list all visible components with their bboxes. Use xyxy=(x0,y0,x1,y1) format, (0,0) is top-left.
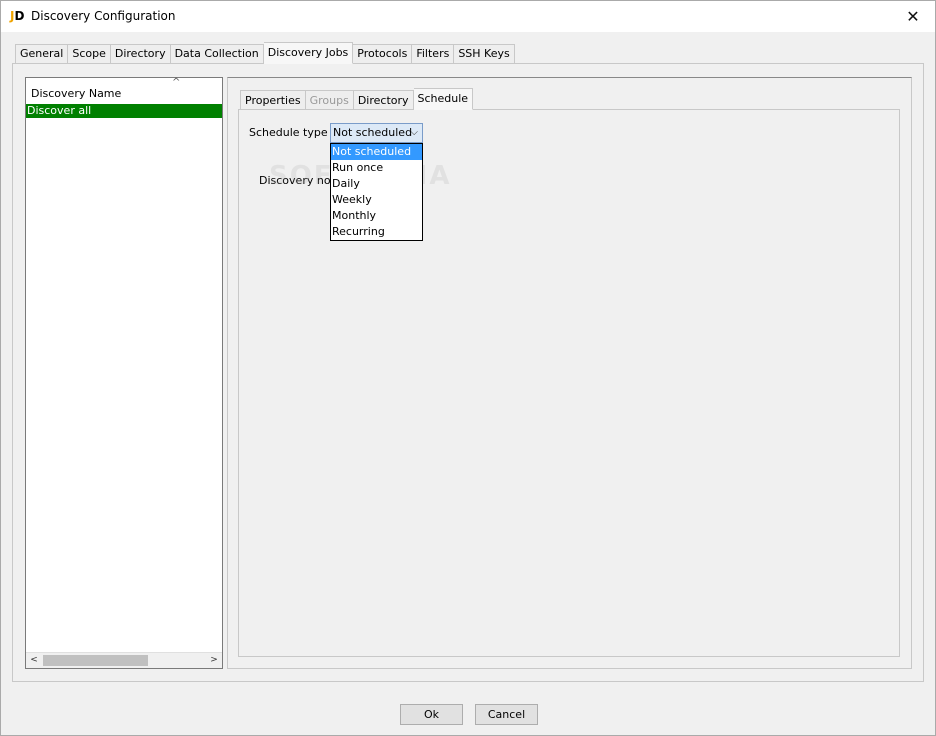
option-recurring[interactable]: Recurring xyxy=(331,224,422,240)
schedule-type-value: Not scheduled xyxy=(333,126,413,139)
horizontal-scrollbar[interactable]: < > xyxy=(26,652,222,668)
tab-sub-directory[interactable]: Directory xyxy=(353,90,414,110)
option-not-scheduled[interactable]: Not scheduled xyxy=(331,144,422,160)
job-sub-tab-bar: Properties Groups Directory Schedule xyxy=(240,88,474,110)
discovery-name-column-label: Discovery Name xyxy=(31,87,122,100)
tab-groups: Groups xyxy=(305,90,354,110)
discovery-list-header[interactable]: ^ Discovery Name xyxy=(27,77,221,103)
tab-general[interactable]: General xyxy=(15,44,69,64)
tab-properties[interactable]: Properties xyxy=(240,90,306,110)
schedule-type-select[interactable]: Not scheduled ⌵ xyxy=(330,123,423,143)
tab-directory[interactable]: Directory xyxy=(110,44,171,64)
tab-filters[interactable]: Filters xyxy=(412,44,455,64)
title-bar: JD Discovery Configuration ✕ xyxy=(1,1,935,32)
tab-schedule[interactable]: Schedule xyxy=(413,88,474,110)
main-tab-bar: General Scope Directory Data Collection … xyxy=(15,42,515,64)
discovery-configuration-window: JD Discovery Configuration ✕ General Sco… xyxy=(0,0,936,736)
option-run-once[interactable]: Run once xyxy=(331,160,422,176)
scroll-right-icon[interactable]: > xyxy=(206,653,222,668)
option-weekly[interactable]: Weekly xyxy=(331,192,422,208)
option-monthly[interactable]: Monthly xyxy=(331,208,422,224)
discovery-list[interactable]: ^ Discovery Name Discover all < > xyxy=(25,77,223,669)
schedule-type-dropdown[interactable]: Not scheduled Run once Daily Weekly Mont… xyxy=(330,143,423,241)
option-daily[interactable]: Daily xyxy=(331,176,422,192)
chevron-down-icon: ⌵ xyxy=(410,127,418,138)
tab-discovery-jobs[interactable]: Discovery Jobs xyxy=(263,42,354,64)
tab-scope[interactable]: Scope xyxy=(68,44,111,64)
close-button[interactable]: ✕ xyxy=(891,1,935,31)
scroll-left-icon[interactable]: < xyxy=(26,653,42,668)
list-item[interactable]: Discover all xyxy=(26,104,222,118)
tab-data-collection[interactable]: Data Collection xyxy=(170,44,264,64)
sort-ascending-icon: ^ xyxy=(172,77,181,88)
ok-button[interactable]: Ok xyxy=(400,704,463,725)
scroll-thumb[interactable] xyxy=(43,655,148,666)
tab-protocols[interactable]: Protocols xyxy=(353,44,413,64)
cancel-button[interactable]: Cancel xyxy=(475,704,538,725)
jd-logo-icon: JD xyxy=(10,9,25,23)
tab-ssh-keys[interactable]: SSH Keys xyxy=(454,44,515,64)
schedule-type-label: Schedule type xyxy=(249,126,328,139)
window-title: Discovery Configuration xyxy=(31,9,176,23)
